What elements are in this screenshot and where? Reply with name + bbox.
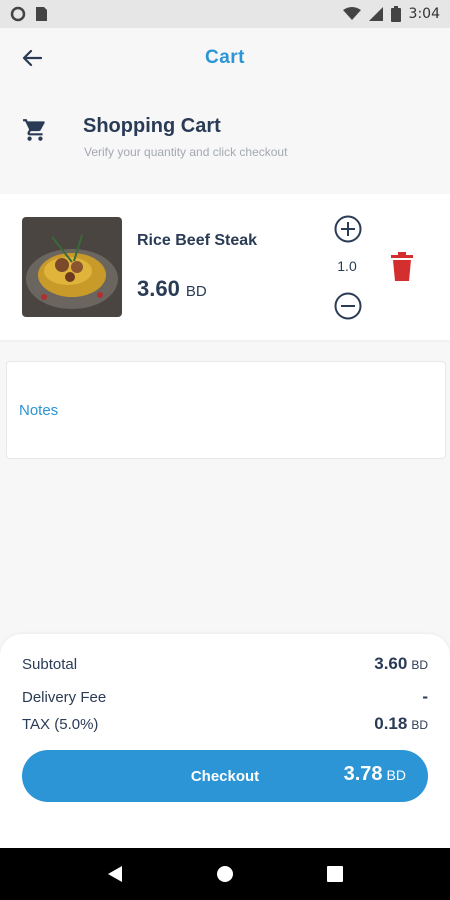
- cart-item: Rice Beef Steak 3.60 BD 1.0: [0, 194, 450, 340]
- page-title: Cart: [204, 47, 245, 68]
- nav-recents-button[interactable]: [315, 854, 355, 894]
- item-name: Rice Beef Steak: [137, 232, 258, 249]
- subtotal-row: Subtotal 3.60 BD: [22, 654, 428, 674]
- checkout-total-amount: 3.78: [343, 763, 383, 785]
- increase-quantity-button[interactable]: [333, 214, 363, 244]
- circle-home-icon: [217, 866, 233, 882]
- item-image: [22, 217, 122, 317]
- item-price-currency: BD: [185, 283, 207, 300]
- heading-title: Shopping Cart: [83, 115, 221, 137]
- signal-icon: [368, 7, 383, 21]
- status-time: 3:04: [408, 6, 440, 22]
- nav-back-button[interactable]: [95, 854, 135, 894]
- plus-circle-icon: [334, 215, 362, 243]
- sync-icon: [10, 6, 26, 22]
- order-summary: Subtotal 3.60 BD Delivery Fee - TAX (5.0…: [0, 634, 450, 848]
- decrease-quantity-button[interactable]: [333, 291, 363, 321]
- minus-circle-icon: [334, 292, 362, 320]
- heading-subtitle: Verify your quantity and click checkout: [84, 145, 288, 159]
- cart-heading: Shopping Cart Verify your quantity and c…: [0, 105, 450, 165]
- delete-item-button[interactable]: [390, 252, 414, 282]
- sd-card-icon: [36, 7, 47, 21]
- square-recents-icon: [327, 866, 343, 882]
- item-price: 3.60 BD: [137, 276, 207, 302]
- notes-field[interactable]: Notes: [6, 361, 446, 459]
- notes-label: Notes: [19, 402, 59, 419]
- trash-icon: [391, 252, 413, 281]
- shopping-cart-icon: [23, 119, 45, 141]
- status-bar: 3:04: [0, 0, 450, 28]
- nav-home-button[interactable]: [205, 854, 245, 894]
- tax-row: TAX (5.0%) 0.18 BD: [22, 714, 428, 734]
- checkout-button[interactable]: Checkout 3.78 BD: [22, 750, 428, 802]
- checkout-total: 3.78 BD: [344, 763, 406, 786]
- tax-label: TAX (5.0%): [22, 716, 99, 733]
- battery-icon: [390, 6, 401, 22]
- arrow-left-icon: [22, 49, 42, 67]
- tax-currency: BD: [411, 718, 428, 732]
- subtotal-label: Subtotal: [22, 656, 78, 673]
- quantity-value: 1.0: [337, 258, 357, 274]
- system-nav-bar: [0, 848, 450, 900]
- delivery-fee-label: Delivery Fee: [22, 689, 107, 706]
- delivery-fee-value: -: [422, 687, 428, 706]
- tax-value: 0.18: [374, 714, 408, 733]
- checkout-total-currency: BD: [386, 767, 406, 783]
- wifi-icon: [342, 7, 361, 20]
- back-button[interactable]: [16, 42, 48, 74]
- subtotal-currency: BD: [411, 658, 428, 672]
- triangle-back-icon: [108, 866, 122, 882]
- delivery-fee-row: Delivery Fee -: [22, 687, 428, 707]
- app-header: Cart: [0, 28, 450, 88]
- item-price-amount: 3.60: [137, 276, 180, 301]
- subtotal-value: 3.60: [374, 654, 408, 673]
